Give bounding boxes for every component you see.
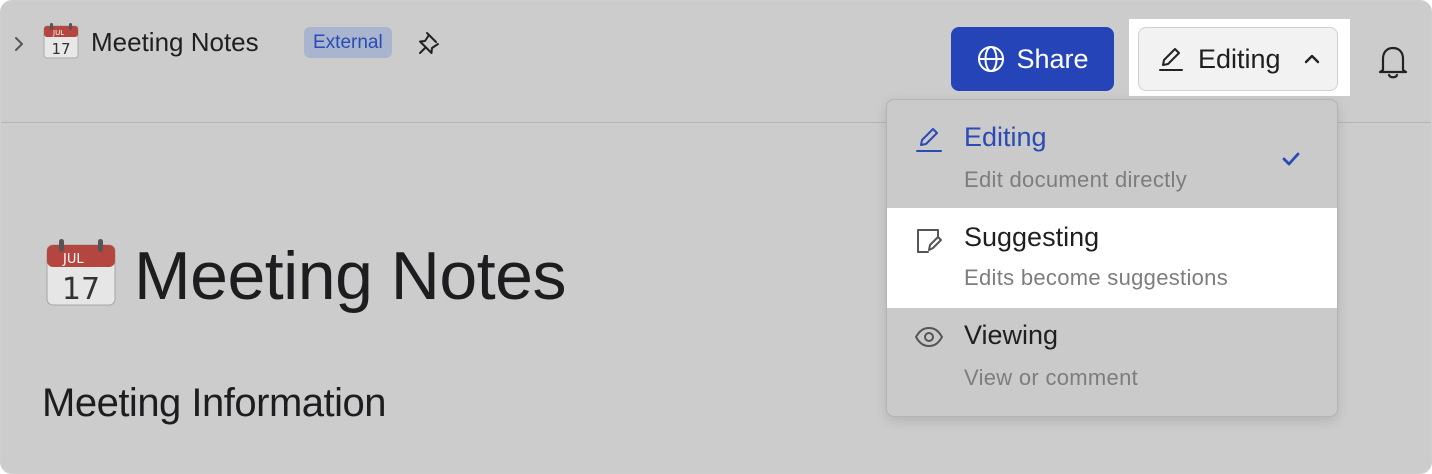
menu-option-label: Editing bbox=[964, 122, 1047, 152]
suggest-edit-icon bbox=[917, 229, 942, 253]
calendar-icon: JUL 17 bbox=[43, 23, 79, 59]
menu-option-label: Viewing bbox=[964, 320, 1059, 350]
menu-option-viewing[interactable]: Viewing View or comment bbox=[887, 308, 1337, 408]
external-badge: External bbox=[304, 27, 392, 58]
document-title[interactable]: Meeting Notes bbox=[91, 27, 259, 58]
checkmark-icon bbox=[1282, 152, 1300, 166]
share-button[interactable]: Share bbox=[951, 27, 1114, 91]
menu-option-description: View or comment bbox=[964, 365, 1139, 390]
globe-icon bbox=[978, 46, 1005, 72]
menu-option-label: Suggesting bbox=[964, 222, 1100, 252]
editing-mode-label: Editing bbox=[1198, 43, 1281, 74]
page-title[interactable]: Meeting Notes bbox=[134, 237, 566, 315]
svg-text:JUL: JUL bbox=[62, 252, 84, 267]
app-window: JUL 17 Meeting Notes External Share Edit… bbox=[0, 0, 1432, 474]
calendar-icon: JUL 17 bbox=[46, 239, 116, 307]
editing-mode-button[interactable]: Editing bbox=[1138, 27, 1338, 91]
chevron-up-icon bbox=[1304, 54, 1319, 64]
pin-icon[interactable] bbox=[416, 29, 444, 57]
svg-text:JUL: JUL bbox=[52, 29, 64, 37]
mode-button-highlight: Editing bbox=[1129, 19, 1350, 96]
pencil-icon bbox=[916, 128, 942, 152]
menu-option-editing[interactable]: Editing Edit document directly bbox=[887, 100, 1337, 200]
share-button-label: Share bbox=[1016, 43, 1089, 74]
section-heading[interactable]: Meeting Information bbox=[42, 381, 387, 426]
eye-icon bbox=[915, 327, 943, 347]
menu-option-description: Edits become suggestions bbox=[964, 265, 1229, 290]
chevron-right-icon[interactable] bbox=[10, 33, 28, 55]
svg-text:17: 17 bbox=[51, 40, 70, 58]
bell-icon[interactable] bbox=[1374, 41, 1412, 81]
menu-option-description: Edit document directly bbox=[964, 167, 1188, 192]
menu-option-suggesting[interactable]: Suggesting Edits become suggestions bbox=[887, 208, 1337, 308]
pencil-icon bbox=[1159, 48, 1183, 71]
svg-text:17: 17 bbox=[62, 272, 100, 307]
mode-dropdown-menu: Editing Edit document directly Suggestin… bbox=[886, 99, 1338, 417]
